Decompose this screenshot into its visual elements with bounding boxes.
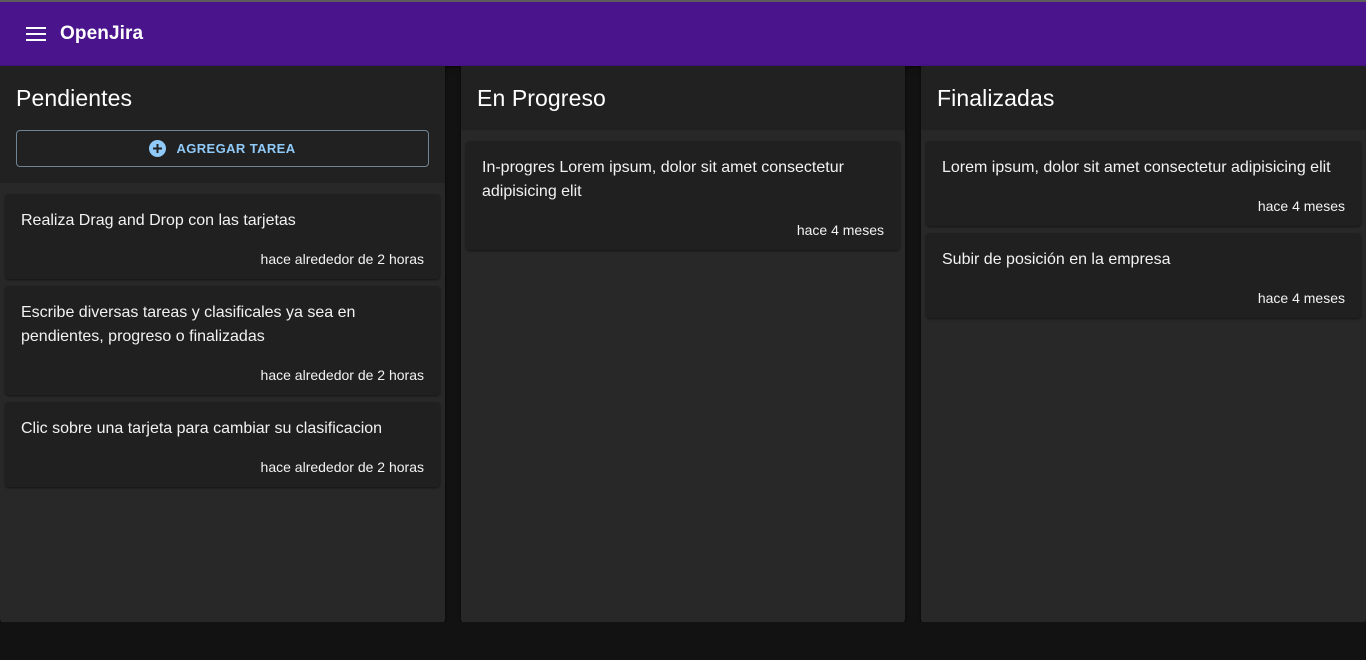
task-card[interactable]: Realiza Drag and Drop con las tarjetas h… <box>5 194 440 279</box>
task-text: In-progres Lorem ipsum, dolor sit amet c… <box>482 159 844 200</box>
column-title: En Progreso <box>477 84 606 111</box>
task-time: hace alrededor de 2 horas <box>260 367 424 383</box>
task-text: Lorem ipsum, dolor sit amet consectetur … <box>942 159 1331 176</box>
add-circle-icon <box>149 140 167 157</box>
task-time: hace alrededor de 2 horas <box>260 459 424 475</box>
add-task-button[interactable]: AGREGAR TAREA <box>16 130 429 167</box>
task-time: hace 4 meses <box>796 222 884 238</box>
column-header: Finalizadas <box>921 66 1366 130</box>
task-time: hace 4 meses <box>1257 290 1345 306</box>
task-list: In-progres Lorem ipsum, dolor sit amet c… <box>461 130 905 250</box>
hamburger-menu-icon[interactable] <box>24 22 48 46</box>
task-list: Lorem ipsum, dolor sit amet consectetur … <box>921 130 1366 318</box>
column-en-progreso: En Progreso In-progres Lorem ipsum, dolo… <box>461 66 905 623</box>
task-card[interactable]: Subir de posición en la empresa hace 4 m… <box>926 233 1361 318</box>
column-title: Finalizadas <box>937 84 1055 111</box>
task-text: Subir de posición en la empresa <box>942 251 1171 268</box>
task-text: Realiza Drag and Drop con las tarjetas <box>21 212 296 229</box>
column-pendientes: Pendientes AGREGAR TAREA Realiza Drag an… <box>0 66 445 623</box>
add-task-label: AGREGAR TAREA <box>176 141 296 156</box>
task-time: hace alrededor de 2 horas <box>260 251 424 267</box>
task-text: Clic sobre una tarjeta para cambiar su c… <box>21 420 383 437</box>
task-card[interactable]: Lorem ipsum, dolor sit amet consectetur … <box>926 141 1361 226</box>
task-card[interactable]: Clic sobre una tarjeta para cambiar su c… <box>5 402 440 487</box>
page-background <box>0 622 1366 660</box>
task-card[interactable]: Escribe diversas tareas y clasificales y… <box>5 286 440 395</box>
column-finalizadas: Finalizadas Lorem ipsum, dolor sit amet … <box>921 66 1366 623</box>
column-header: Pendientes <box>0 66 445 130</box>
task-card[interactable]: In-progres Lorem ipsum, dolor sit amet c… <box>466 141 900 250</box>
task-list: Realiza Drag and Drop con las tarjetas h… <box>0 183 445 487</box>
column-title: Pendientes <box>16 84 133 111</box>
task-time: hace 4 meses <box>1257 198 1345 214</box>
add-task-area: AGREGAR TAREA <box>0 130 445 183</box>
app-bar: OpenJira <box>0 0 1366 66</box>
app-title: OpenJira <box>60 23 144 44</box>
column-header: En Progreso <box>461 66 905 130</box>
task-text: Escribe diversas tareas y clasificales y… <box>21 304 356 345</box>
